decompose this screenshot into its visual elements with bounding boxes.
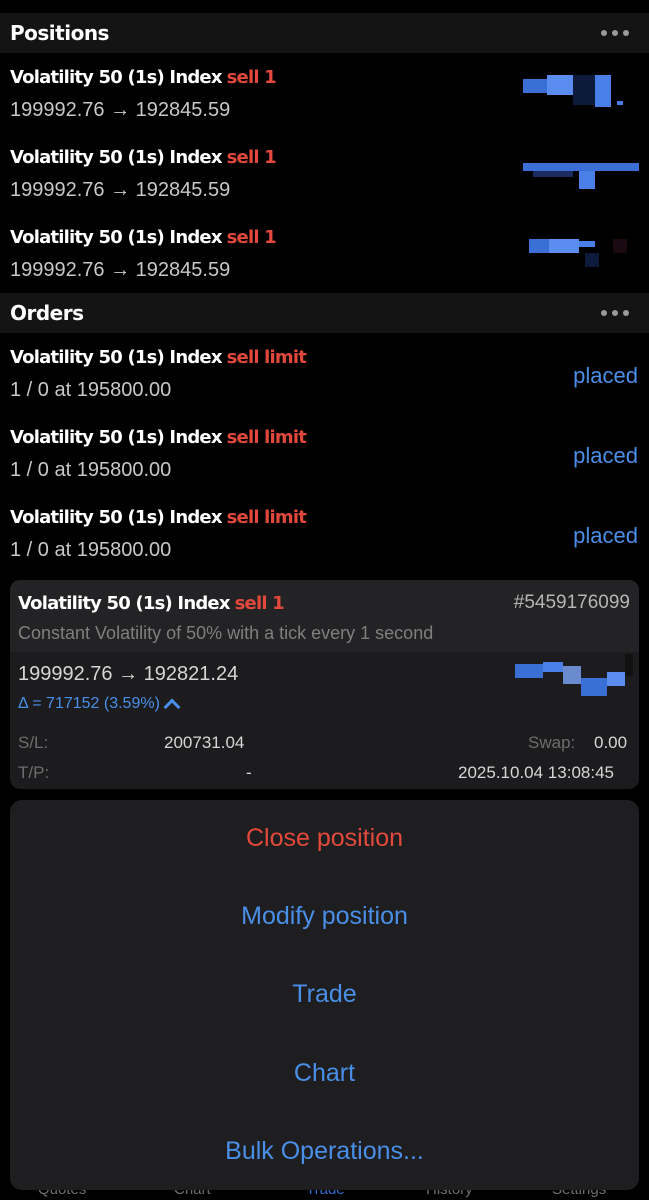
position-prices: 199992.76 → 192845.59 xyxy=(10,99,231,121)
order-side: sell limit xyxy=(226,507,307,528)
trade-button[interactable]: Trade xyxy=(10,980,639,1009)
position-prices: 199992.76 → 192845.59 xyxy=(10,259,231,281)
position-row[interactable]: Volatility 50 (1s) Index sell 1 199992.76… xyxy=(0,53,649,133)
action-sheet: Close position Modify position Trade Cha… xyxy=(10,800,639,1190)
positions-title: Positions xyxy=(10,21,109,45)
order-detail: 1 / 0 at 195800.00 xyxy=(10,379,172,401)
order-row[interactable]: Volatility 50 (1s) Index sell limit 1 / 0… xyxy=(0,493,649,573)
position-symbol: Volatility 50 (1s) Index xyxy=(10,227,222,248)
position-symbol: Volatility 50 (1s) Index xyxy=(10,147,222,168)
detail-side: sell 1 xyxy=(234,593,285,614)
order-status: placed xyxy=(573,523,638,548)
detail-ticket: #5459176099 xyxy=(513,592,630,613)
sl-value: 200731.04 xyxy=(164,733,245,752)
position-symbol: Volatility 50 (1s) Index xyxy=(10,67,222,88)
positions-more-icon[interactable] xyxy=(601,30,629,36)
swap-label: Swap: xyxy=(528,733,576,752)
position-prices: 199992.76 → 192845.59 xyxy=(10,179,231,201)
orders-title: Orders xyxy=(10,301,84,325)
order-symbol: Volatility 50 (1s) Index xyxy=(10,507,222,528)
order-side: sell limit xyxy=(226,347,307,368)
position-time: 2025.10.04 13:08:45 xyxy=(458,763,614,782)
position-side: sell 1 xyxy=(226,67,277,88)
order-symbol: Volatility 50 (1s) Index xyxy=(10,427,222,448)
redacted-profit xyxy=(523,75,633,111)
order-row[interactable]: Volatility 50 (1s) Index sell limit 1 / 0… xyxy=(0,333,649,413)
detail-delta: Δ = 717152 (3.59%) xyxy=(18,695,160,712)
redacted-profit xyxy=(523,161,639,191)
tp-label: T/P: xyxy=(18,763,50,782)
order-detail: 1 / 0 at 195800.00 xyxy=(10,459,172,481)
redacted-profit xyxy=(515,654,633,700)
tp-value: - xyxy=(246,763,252,782)
order-status: placed xyxy=(573,363,638,388)
close-position-button[interactable]: Close position xyxy=(10,824,639,853)
orders-more-icon[interactable] xyxy=(601,310,629,316)
orders-header: Orders xyxy=(0,293,649,333)
detail-prices: 199992.76 → 192821.24 xyxy=(18,663,239,685)
order-detail: 1 / 0 at 195800.00 xyxy=(10,539,172,561)
positions-header: Positions xyxy=(0,13,649,53)
order-status: placed xyxy=(573,443,638,468)
sl-label: S/L: xyxy=(18,733,49,752)
position-side: sell 1 xyxy=(226,227,277,248)
modify-position-button[interactable]: Modify position xyxy=(10,902,639,931)
bulk-operations-button[interactable]: Bulk Operations... xyxy=(10,1137,639,1166)
detail-symbol: Volatility 50 (1s) Index xyxy=(18,593,230,614)
detail-description: Constant Volatility of 50% with a tick e… xyxy=(18,623,434,643)
position-row[interactable]: Volatility 50 (1s) Index sell 1 199992.76… xyxy=(0,133,649,213)
chevron-up-icon[interactable] xyxy=(163,698,181,716)
order-symbol: Volatility 50 (1s) Index xyxy=(10,347,222,368)
order-side: sell limit xyxy=(226,427,307,448)
chart-button[interactable]: Chart xyxy=(10,1059,639,1088)
position-row[interactable]: Volatility 50 (1s) Index sell 1 199992.76… xyxy=(0,213,649,293)
position-detail-card[interactable]: Volatility 50 (1s) Index sell 1 #54591760… xyxy=(10,580,639,789)
redacted-profit xyxy=(525,237,635,271)
order-row[interactable]: Volatility 50 (1s) Index sell limit 1 / 0… xyxy=(0,413,649,493)
swap-value: 0.00 xyxy=(594,733,628,752)
position-side: sell 1 xyxy=(226,147,277,168)
